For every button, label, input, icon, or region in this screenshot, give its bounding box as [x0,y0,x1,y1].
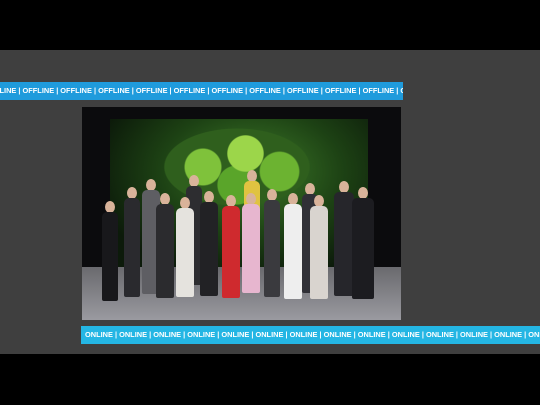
person [310,195,328,299]
group-photo [82,107,401,320]
person [242,193,260,293]
person [124,187,140,297]
person [102,201,118,301]
offline-ticker-band: FLINE | OFFLINE | OFFLINE | OFFLINE | OF… [0,82,403,100]
person [176,197,194,297]
online-ticker-text: ONLINE | ONLINE | ONLINE | ONLINE | ONLI… [85,330,540,339]
person [222,195,240,298]
person [352,187,374,299]
slide: FLINE | OFFLINE | OFFLINE | OFFLINE | OF… [0,50,540,354]
person [156,193,174,298]
offline-ticker-text: FLINE | OFFLINE | OFFLINE | OFFLINE | OF… [0,86,403,95]
person [264,189,280,297]
person [284,193,302,299]
online-ticker-band: ONLINE | ONLINE | ONLINE | ONLINE | ONLI… [81,326,540,344]
person [200,191,218,296]
person [334,181,354,296]
